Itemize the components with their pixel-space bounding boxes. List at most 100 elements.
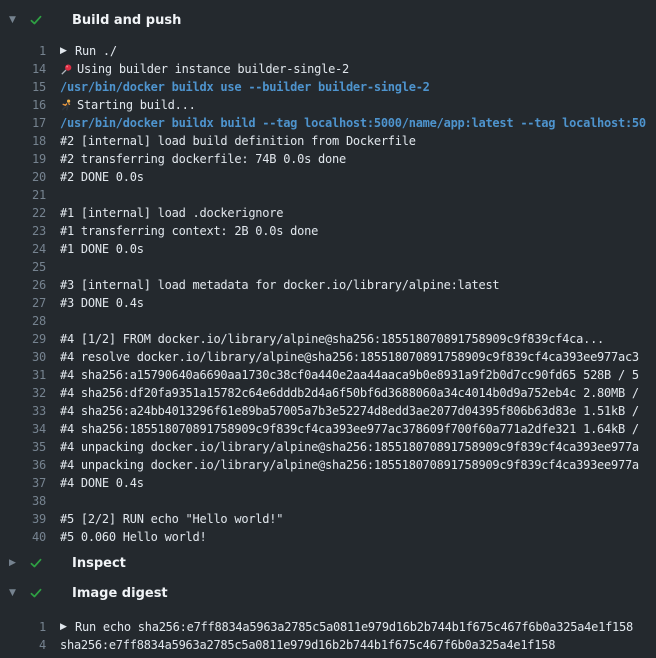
line-text: #1 DONE 0.0s <box>60 242 144 256</box>
log-line: 26 #3 [internal] load metadata for docker… <box>0 276 656 294</box>
log-line: 38 <box>0 492 656 510</box>
chevron-right-icon: ▶ <box>9 553 29 573</box>
log-line: 14 Using builder instance builder-single-… <box>0 60 656 78</box>
log-line: 27 #3 DONE 0.4s <box>0 294 656 312</box>
line-number[interactable]: 20 <box>0 170 46 184</box>
log-line: 19 #2 transferring dockerfile: 74B 0.0s d… <box>0 150 656 168</box>
line-number[interactable]: 36 <box>0 458 46 472</box>
log-line: 28 <box>0 312 656 330</box>
line-number[interactable]: 38 <box>0 494 46 508</box>
line-number[interactable]: 16 <box>0 98 46 112</box>
log-line: 25 <box>0 258 656 276</box>
log-line: 32 #4 sha256:df20fa9351a15782c64e6dddb2d4… <box>0 384 656 402</box>
line-text: Run ./ <box>75 44 117 58</box>
line-text: #4 resolve docker.io/library/alpine@sha2… <box>60 350 639 364</box>
log-line: 35 #4 unpacking docker.io/library/alpine@… <box>0 438 656 456</box>
line-text: #2 DONE 0.0s <box>60 170 144 184</box>
line-number[interactable]: 37 <box>0 476 46 490</box>
section-header-image-digest[interactable]: ▼ Image digest <box>0 583 656 603</box>
log-line: 15/usr/bin/docker buildx use --builder b… <box>0 78 656 96</box>
log-line: 34 #4 sha256:185518070891758909c9f839cf4c… <box>0 420 656 438</box>
line-number[interactable]: 39 <box>0 512 46 526</box>
log-line: 24 #1 DONE 0.0s <box>0 240 656 258</box>
log-line: 1 ▶Run echo sha256:e7ff8834a5963a2785c5a0… <box>0 618 656 636</box>
line-number[interactable]: 21 <box>0 188 46 202</box>
log-line: 33 #4 sha256:a24bb4013296f61e89ba57005a7b… <box>0 402 656 420</box>
line-text: #2 [internal] load build definition from… <box>60 134 416 148</box>
log-line: 29 #4 [1/2] FROM docker.io/library/alpine… <box>0 330 656 348</box>
line-number[interactable]: 26 <box>0 278 46 292</box>
line-text: #2 transferring dockerfile: 74B 0.0s don… <box>60 152 346 166</box>
line-number[interactable]: 1 <box>0 620 46 634</box>
line-number[interactable]: 1 <box>0 44 46 58</box>
line-text: #4 unpacking docker.io/library/alpine@sh… <box>60 440 639 454</box>
line-number[interactable]: 33 <box>0 404 46 418</box>
line-text: /usr/bin/docker buildx use --builder bui… <box>60 80 430 94</box>
log-line: 16 Starting build... <box>0 96 656 114</box>
line-text: #4 unpacking docker.io/library/alpine@sh… <box>60 458 639 472</box>
runner-icon <box>60 99 75 112</box>
section-title: Inspect <box>72 556 126 571</box>
pushpin-icon <box>60 63 75 76</box>
play-icon[interactable]: ▶ <box>60 46 73 56</box>
log-line: 30 #4 resolve docker.io/library/alpine@sh… <box>0 348 656 366</box>
line-number[interactable]: 31 <box>0 368 46 382</box>
line-text: #5 0.060 Hello world! <box>60 530 206 544</box>
line-text: #3 DONE 0.4s <box>60 296 144 310</box>
line-number[interactable]: 30 <box>0 350 46 364</box>
log-viewer: ▼Build and push1▶Run ./14Using builder i… <box>0 0 656 658</box>
line-text: Using builder instance builder-single-2 <box>77 62 349 76</box>
chevron-down-icon: ▼ <box>9 583 29 603</box>
log-line: 21 <box>0 186 656 204</box>
section-header-inspect[interactable]: ▶ Inspect <box>0 553 656 573</box>
line-number[interactable]: 28 <box>0 314 46 328</box>
log-line: 37 #4 DONE 0.4s <box>0 474 656 492</box>
line-number[interactable]: 22 <box>0 206 46 220</box>
line-number[interactable]: 23 <box>0 224 46 238</box>
line-text: #5 [2/2] RUN echo "Hello world!" <box>60 512 283 526</box>
check-success-icon <box>29 13 51 27</box>
section-title: Build and push <box>72 13 181 28</box>
log-line: 22 #1 [internal] load .dockerignore <box>0 204 656 222</box>
line-number[interactable]: 24 <box>0 242 46 256</box>
section-header-build-and-push[interactable]: ▼ Build and push <box>0 10 656 30</box>
line-text: #4 sha256:a24bb4013296f61e89ba57005a7b3e… <box>60 404 639 418</box>
line-number[interactable]: 35 <box>0 440 46 454</box>
line-text: /usr/bin/docker buildx build --tag local… <box>60 116 646 130</box>
line-text: #3 [internal] load metadata for docker.i… <box>60 278 499 292</box>
play-icon[interactable]: ▶ <box>60 622 73 632</box>
line-text: #1 [internal] load .dockerignore <box>60 206 283 220</box>
line-number[interactable]: 19 <box>0 152 46 166</box>
line-number[interactable]: 32 <box>0 386 46 400</box>
line-number[interactable]: 4 <box>0 638 46 652</box>
line-text: #1 transferring context: 2B 0.0s done <box>60 224 318 238</box>
line-text: #4 sha256:a15790640a6690aa1730c38cf0a440… <box>60 368 639 382</box>
line-text: Run echo sha256:e7ff8834a5963a2785c5a081… <box>75 620 633 634</box>
line-number[interactable]: 17 <box>0 116 46 130</box>
line-text: #4 [1/2] FROM docker.io/library/alpine@s… <box>60 332 604 346</box>
line-text: Starting build... <box>77 98 196 112</box>
line-text: #4 sha256:185518070891758909c9f839cf4ca3… <box>60 422 639 436</box>
line-text: #4 sha256:df20fa9351a15782c64e6dddb2d4a6… <box>60 386 639 400</box>
line-text: #4 DONE 0.4s <box>60 476 144 490</box>
chevron-down-icon: ▼ <box>9 10 29 30</box>
line-number[interactable]: 18 <box>0 134 46 148</box>
section-title: Image digest <box>72 586 168 601</box>
log-line: 4 sha256:e7ff8834a5963a2785c5a0811e979d16… <box>0 636 656 654</box>
log-line: 36 #4 unpacking docker.io/library/alpine@… <box>0 456 656 474</box>
line-number[interactable]: 29 <box>0 332 46 346</box>
log-line: 23 #1 transferring context: 2B 0.0s done <box>0 222 656 240</box>
line-number[interactable]: 34 <box>0 422 46 436</box>
line-text: sha256:e7ff8834a5963a2785c5a0811e979d16b… <box>60 638 555 652</box>
check-success-icon <box>29 556 51 570</box>
line-number[interactable]: 25 <box>0 260 46 274</box>
log-block-image-digest: 1 ▶Run echo sha256:e7ff8834a5963a2785c5a0… <box>0 618 656 654</box>
line-number[interactable]: 15 <box>0 80 46 94</box>
log-line: 17/usr/bin/docker buildx build --tag loc… <box>0 114 656 132</box>
line-number[interactable]: 27 <box>0 296 46 310</box>
line-number[interactable]: 40 <box>0 530 46 544</box>
log-line: 18 #2 [internal] load build definition fr… <box>0 132 656 150</box>
line-number[interactable]: 14 <box>0 62 46 76</box>
log-block-build-and-push: 1 ▶Run ./ 14 Using builder instance builder… <box>0 42 656 546</box>
log-line: 20 #2 DONE 0.0s <box>0 168 656 186</box>
